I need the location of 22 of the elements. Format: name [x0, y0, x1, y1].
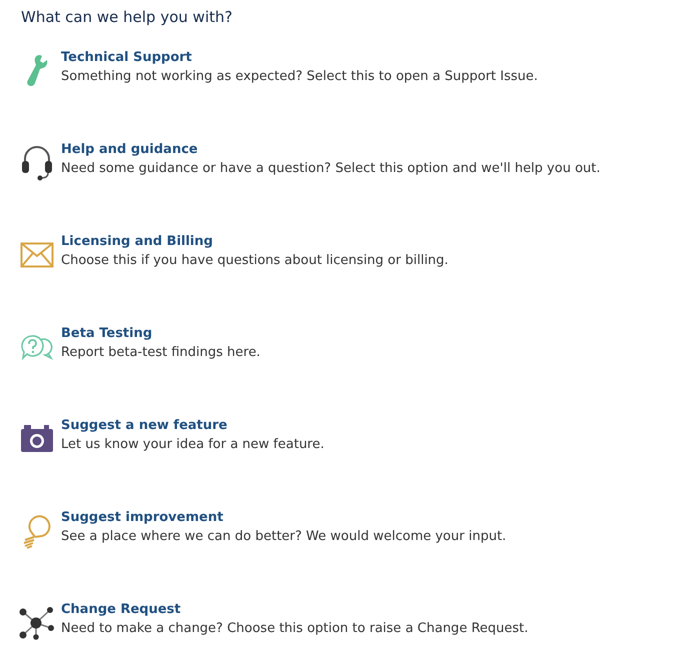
- option-link[interactable]: Licensing and Billing: [61, 234, 213, 249]
- headset-icon: [20, 145, 54, 181]
- option-link[interactable]: Beta Testing: [61, 326, 152, 341]
- option-description: Let us know your idea for a new feature.: [61, 437, 324, 452]
- network-icon: [19, 606, 55, 640]
- envelope-icon: [20, 242, 54, 268]
- option-link[interactable]: Suggest improvement: [61, 510, 224, 525]
- page-heading: What can we help you with?: [21, 8, 234, 26]
- option-description: Need to make a change? Choose this option to raise a Change Request.: [61, 621, 528, 636]
- option-description: Report beta-test findings here.: [61, 345, 260, 360]
- camera-icon: [20, 425, 54, 453]
- option-description: Need some guidance or have a question? Select this option and we'll help you out.: [61, 161, 600, 176]
- option-link[interactable]: Technical Support: [61, 50, 192, 65]
- chat-icon: [20, 334, 54, 360]
- option-description: See a place where we can do better? We would welcome your input.: [61, 529, 506, 544]
- option-description: Choose this if you have questions about licensing or billing.: [61, 253, 448, 268]
- wrench-icon: [26, 54, 48, 88]
- option-description: Something not working as expected? Select this to open a Support Issue.: [61, 69, 538, 84]
- option-link[interactable]: Suggest a new feature: [61, 418, 228, 433]
- option-link[interactable]: Help and guidance: [61, 142, 198, 157]
- lightbulb-icon: [22, 513, 52, 549]
- option-link[interactable]: Change Request: [61, 602, 181, 617]
